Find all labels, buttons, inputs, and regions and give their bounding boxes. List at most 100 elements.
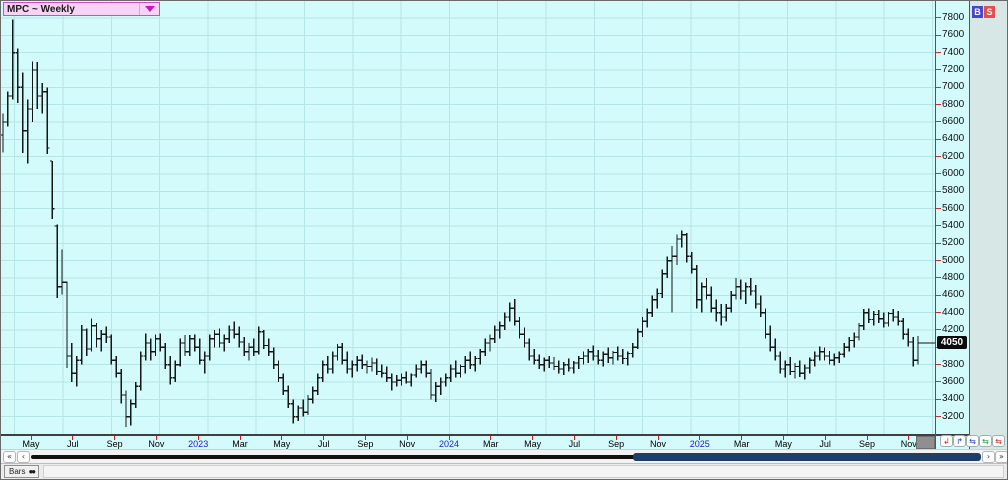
scroll-right-button[interactable]: › xyxy=(982,451,995,463)
y-axis-label: 7200 xyxy=(942,64,968,76)
x-axis-label: Jul xyxy=(57,439,89,449)
status-bar: Bars ●● xyxy=(1,463,1007,479)
y-axis-label: 3200 xyxy=(942,411,968,423)
chart-nav-buttons: ↲↱⇆⇆⇆ xyxy=(940,435,1005,447)
chart-nav-zoom-range-green-button[interactable]: ⇆ xyxy=(979,435,992,447)
scroll-far-right-button[interactable]: » xyxy=(995,451,1008,463)
y-axis-tick xyxy=(936,364,941,365)
x-axis-label: 2024 xyxy=(433,439,465,449)
y-axis-line xyxy=(935,1,936,449)
chart-nav-zoom-range-red-button[interactable]: ⇆ xyxy=(992,435,1005,447)
y-axis-label: 5000 xyxy=(942,255,968,267)
x-axis-label: Sep xyxy=(600,439,632,449)
y-axis-label: 6800 xyxy=(942,99,968,111)
scroll-left-button[interactable]: ‹ xyxy=(17,451,30,463)
x-axis-label: Jul xyxy=(558,439,590,449)
y-axis-tick xyxy=(936,35,941,36)
y-axis-tick xyxy=(936,69,941,70)
sell-button[interactable]: S xyxy=(984,6,995,18)
y-axis-tick xyxy=(936,260,941,261)
y-axis-label: 6000 xyxy=(942,168,968,180)
y-axis-label: 3400 xyxy=(942,393,968,405)
y-axis-label: 5200 xyxy=(942,237,968,249)
status-message-field xyxy=(43,465,1004,478)
x-axis-label: Mar xyxy=(475,439,507,449)
y-axis-tick xyxy=(936,156,941,157)
dropdown-arrow-box[interactable] xyxy=(139,3,159,15)
y-axis-tick xyxy=(936,329,941,330)
chart-nav-zoom-range-blue-button[interactable]: ⇆ xyxy=(966,435,979,447)
y-axis-tick xyxy=(936,295,941,296)
x-axis-label: May xyxy=(517,439,549,449)
y-axis-label: 5600 xyxy=(942,203,968,215)
y-axis-tick xyxy=(936,225,941,226)
bars-tab-label: Bars xyxy=(9,467,25,476)
y-axis-label: 6600 xyxy=(942,116,968,128)
right-side-panel xyxy=(970,1,1007,449)
x-axis-label: Nov xyxy=(140,439,172,449)
y-axis-label: 3600 xyxy=(942,376,968,388)
x-axis[interactable]: May Jul Sep Nov 2023 Mar May Jul Sep Nov 2024 Mar Ma… xyxy=(1,434,969,449)
scrollbar-track-line[interactable] xyxy=(31,455,641,459)
symbol-timeframe-label: MPC ~ Weekly xyxy=(4,4,75,15)
x-axis-label: Sep xyxy=(349,439,381,449)
y-axis-label: 5400 xyxy=(942,220,968,232)
y-axis-label: 6400 xyxy=(942,133,968,145)
y-axis-tick xyxy=(936,173,941,174)
scrollbar-thumb[interactable] xyxy=(633,453,981,461)
x-axis-label: Jul xyxy=(809,439,841,449)
buy-button[interactable]: B xyxy=(972,6,983,18)
ohlc-bars-series xyxy=(1,20,920,427)
chart-scrollbar[interactable]: « ‹ › » xyxy=(1,449,1007,463)
axis-panel-divider-line xyxy=(969,1,970,449)
chart-nav-pan-left-button[interactable]: ↲ xyxy=(940,435,953,447)
y-axis-tick xyxy=(936,381,941,382)
x-axis-label: May xyxy=(15,439,47,449)
symbol-timeframe-dropdown[interactable]: MPC ~ Weekly xyxy=(3,2,160,16)
charting-app-window: MPC ~ Weekly 7800 7600 7400 7200 7000 6800 660… xyxy=(0,0,1008,480)
x-axis-label: Sep xyxy=(851,439,883,449)
y-axis-tick xyxy=(936,139,941,140)
x-axis-label: Jul xyxy=(308,439,340,449)
y-axis-tick xyxy=(936,104,941,105)
x-axis-label: Mar xyxy=(224,439,256,449)
price-chart-plot[interactable] xyxy=(1,1,935,434)
x-axis-label: Mar xyxy=(726,439,758,449)
x-axis-label: Nov xyxy=(391,439,423,449)
y-axis-label: 5800 xyxy=(942,185,968,197)
y-axis-label: 4800 xyxy=(942,272,968,284)
x-axis-label: May xyxy=(266,439,298,449)
y-axis-tick xyxy=(936,191,941,192)
x-axis-label: Nov xyxy=(642,439,674,449)
scroll-far-left-button[interactable]: « xyxy=(3,451,16,463)
x-axis-label: 2023 xyxy=(182,439,214,449)
y-axis[interactable]: 7800 7600 7400 7200 7000 6800 6600 6400 6200 6000… xyxy=(936,1,969,434)
y-axis-tick xyxy=(936,277,941,278)
y-axis-label: 4600 xyxy=(942,289,968,301)
y-axis-tick xyxy=(936,17,941,18)
linked-dots-icon: ●● xyxy=(28,468,34,476)
x-axis-label: 2025 xyxy=(684,439,716,449)
y-axis-label: 4200 xyxy=(942,324,968,336)
bars-tab[interactable]: Bars ●● xyxy=(4,465,39,478)
chevron-down-icon xyxy=(145,6,155,12)
y-axis-tick xyxy=(936,208,941,209)
y-axis-label: 7400 xyxy=(942,47,968,59)
y-axis-tick xyxy=(936,312,941,313)
y-axis-tick xyxy=(936,416,941,417)
axis-resize-grip[interactable] xyxy=(916,436,935,449)
x-axis-label: May xyxy=(767,439,799,449)
y-axis-label: 7800 xyxy=(942,12,968,24)
chart-nav-pan-right-button[interactable]: ↱ xyxy=(953,435,966,447)
y-axis-label: 6200 xyxy=(942,151,968,163)
y-axis-tick xyxy=(936,87,941,88)
y-axis-tick xyxy=(936,399,941,400)
y-axis-tick xyxy=(936,121,941,122)
y-axis-label: 3800 xyxy=(942,359,968,371)
last-price-badge: 4050 xyxy=(937,336,967,349)
y-axis-label: 4400 xyxy=(942,307,968,319)
x-axis-label: Sep xyxy=(99,439,131,449)
y-axis-label: 7600 xyxy=(942,29,968,41)
y-axis-tick xyxy=(936,52,941,53)
y-axis-label: 7000 xyxy=(942,81,968,93)
